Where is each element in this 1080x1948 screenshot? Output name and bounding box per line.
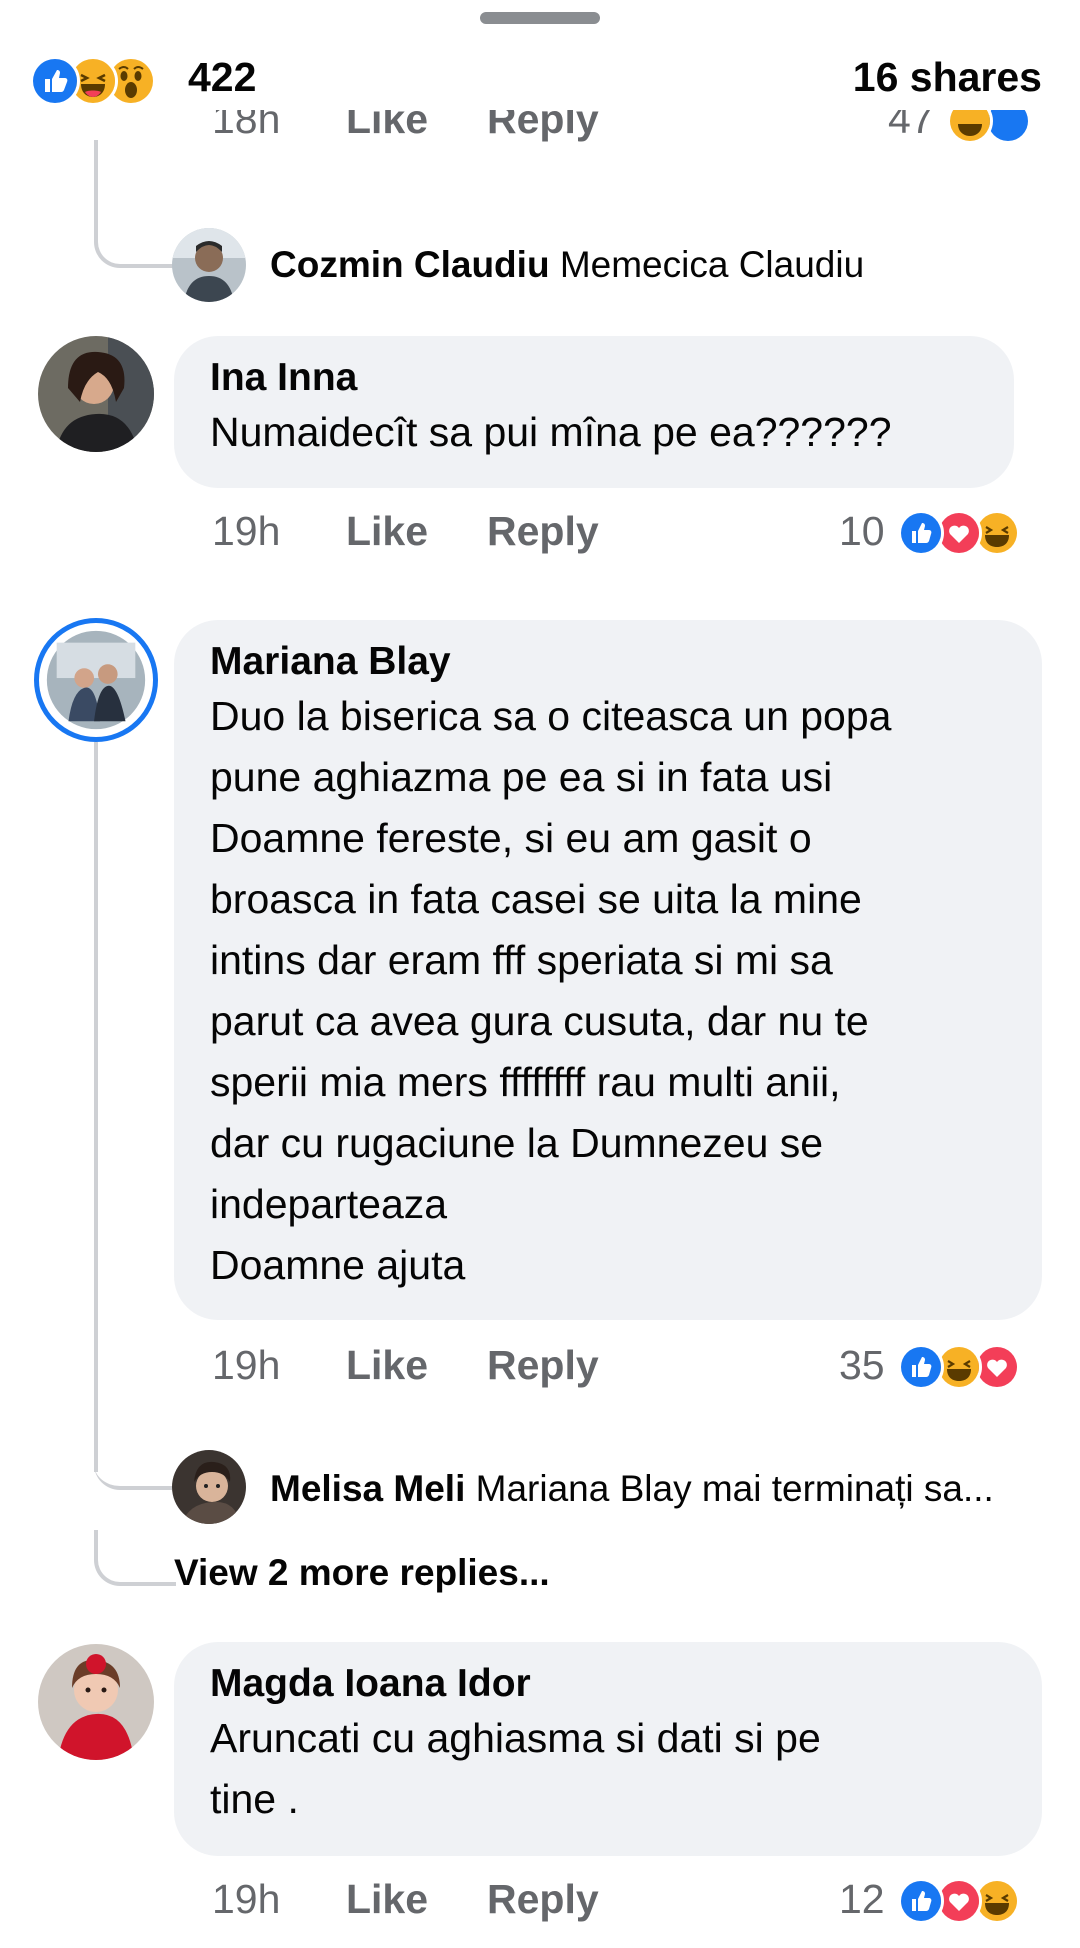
comment-text-line: Doamne fereste, si eu am gasit o — [210, 815, 812, 861]
drag-handle[interactable] — [480, 12, 600, 24]
comment-reaction-count[interactable]: 12 — [839, 1876, 885, 1923]
comment-text-line: parut ca avea gura cusuta, dar nu te — [210, 998, 869, 1044]
comment-text-line: pune aghiazma pe ea si in fata usi — [210, 754, 833, 800]
comment-time: 19h — [212, 508, 281, 554]
comment-text: Numaidecît sa pui mîna pe ea?????? — [210, 409, 892, 455]
reply-preview[interactable]: Melisa Meli Mariana Blay mai terminați s… — [270, 1468, 994, 1510]
comment-time: 18h — [212, 110, 281, 142]
reply-author[interactable]: Cozmin Claudiu — [270, 244, 550, 285]
comment-author[interactable]: Mariana Blay — [210, 638, 1006, 686]
thread-line — [94, 742, 98, 1472]
comment-reaction-count[interactable]: 35 — [839, 1342, 885, 1389]
reactions-summary-bar: 422 16 shares — [0, 40, 1080, 110]
like-button[interactable]: Like — [346, 1876, 428, 1923]
like-button[interactable]: Like — [346, 508, 428, 555]
like-icon — [898, 1878, 944, 1924]
comment-bubble[interactable]: Magda Ioana Idor Aruncati cu aghiasma si… — [174, 1642, 1042, 1856]
comment-meta: 19h Like Reply 35 — [212, 1342, 1052, 1392]
avatar[interactable] — [172, 228, 246, 302]
reply-button[interactable]: Reply — [487, 508, 599, 555]
like-icon — [898, 510, 944, 556]
reply-button[interactable]: Reply — [487, 1342, 599, 1389]
comment-time: 19h — [212, 1342, 281, 1388]
haha-icon — [947, 110, 993, 144]
comment-text-line: Duo la biserica sa o citeasca un popa — [210, 693, 892, 739]
comment-reaction-count[interactable]: 10 — [839, 508, 885, 555]
comment-author[interactable]: Magda Ioana Idor — [210, 1660, 1006, 1708]
comment-meta: 19h Like Reply 10 — [212, 508, 1052, 558]
thread-connector — [94, 1530, 176, 1586]
comment-text-line: indeparteaza — [210, 1181, 448, 1227]
comment-time: 19h — [212, 1876, 281, 1922]
comment-meta: 18h Like Reply 47 — [212, 110, 1052, 146]
reply-author[interactable]: Melisa Meli — [270, 1468, 465, 1509]
like-icon — [898, 1344, 944, 1390]
avatar[interactable] — [172, 1450, 246, 1524]
like-icon — [30, 56, 80, 106]
comment-text-line: Doamne ajuta — [210, 1242, 466, 1288]
avatar-story-ring[interactable] — [34, 618, 158, 742]
comment-meta: 19h Like Reply 12 — [212, 1876, 1052, 1926]
comment-author[interactable]: Ina Inna — [210, 354, 978, 402]
shares-count[interactable]: 16 shares — [853, 54, 1042, 101]
avatar[interactable] — [38, 1644, 154, 1760]
reaction-count[interactable]: 422 — [188, 54, 256, 101]
reply-preview[interactable]: Cozmin Claudiu Memecica Claudiu — [270, 244, 864, 286]
comment-text-line: Aruncati cu aghiasma si dati si pe — [210, 1715, 821, 1761]
reply-button[interactable]: Reply — [487, 1876, 599, 1923]
comment-text-line: broasca in fata casei se uita la mine — [210, 876, 862, 922]
thread-connector — [94, 210, 176, 268]
comment-text-line: sperii mia mers ffffffff rau multi anii, — [210, 1059, 841, 1105]
comment-text-line: dar cu rugaciune la Dumnezeu se — [210, 1120, 824, 1166]
reply-text: Memecica Claudiu — [559, 244, 865, 285]
avatar[interactable] — [38, 336, 154, 452]
like-button[interactable]: Like — [346, 1342, 428, 1389]
reply-text: Mariana Blay mai terminați sa... — [475, 1468, 994, 1509]
comment-reaction-count[interactable]: 47 — [888, 110, 934, 143]
comment-text-line: intins dar eram fff speriata si mi sa — [210, 937, 833, 983]
like-button[interactable]: Like — [346, 110, 428, 143]
comment-text-line: tine . — [210, 1776, 299, 1822]
comment-bubble[interactable]: Mariana Blay Duo la biserica sa o citeas… — [174, 620, 1042, 1320]
comments-sheet: 422 16 shares 18h Like Reply 47 Cozmin C… — [0, 0, 1080, 1948]
reply-button[interactable]: Reply — [487, 110, 599, 143]
partial-comment-meta: 18h Like Reply 47 — [0, 110, 1080, 170]
thread-connector — [94, 1446, 172, 1490]
comment-bubble[interactable]: Ina Inna Numaidecît sa pui mîna pe ea???… — [174, 336, 1014, 488]
view-more-replies-link[interactable]: View 2 more replies... — [174, 1552, 550, 1594]
